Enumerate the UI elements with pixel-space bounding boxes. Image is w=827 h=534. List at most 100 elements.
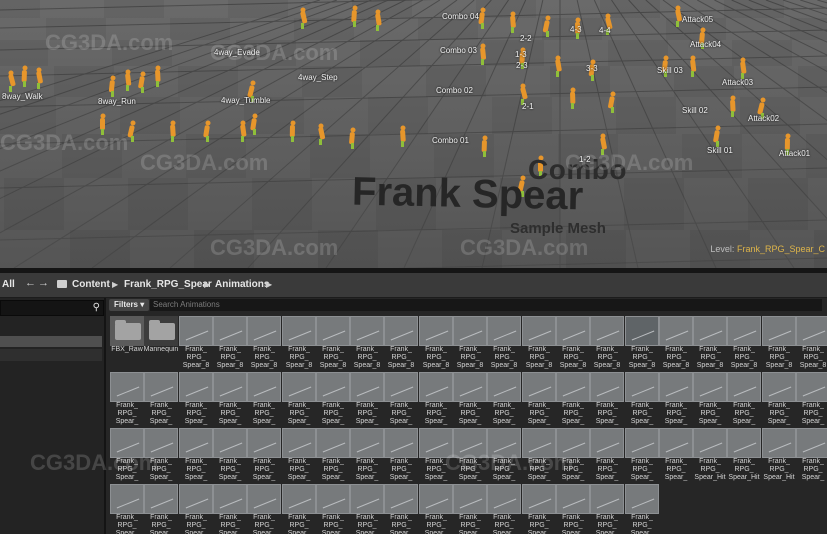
animation-asset-tile[interactable]: Frank_ RPG_ Spear_Hit <box>693 428 727 481</box>
animation-asset-tile[interactable]: Frank_ RPG_ Spear_ <box>556 372 590 425</box>
animation-asset-tile[interactable]: Frank_ RPG_ Spear_8 <box>247 316 281 369</box>
animation-asset-tile[interactable]: Frank_ RPG_ Spear_ <box>213 428 247 481</box>
animation-label[interactable]: 4way_Tumble <box>221 96 271 105</box>
folder-search-input[interactable]: ⚲ <box>0 300 104 316</box>
animation-asset-tile[interactable]: Frank_ RPG_ Spear_ <box>419 428 453 481</box>
animation-asset-tile[interactable]: Frank_ RPG_ Spear_8 <box>316 316 350 369</box>
animation-label[interactable]: 2-3 <box>516 61 528 70</box>
search-animations-input[interactable]: Search Animations <box>150 299 822 311</box>
animation-asset-tile[interactable]: Frank_ RPG_ Spear_ <box>316 372 350 425</box>
animation-asset-tile[interactable]: Frank_ RPG_ Spear_ <box>762 372 796 425</box>
animation-label[interactable]: 1-3 <box>515 50 527 59</box>
breadcrumb-separator-icon[interactable]: ▶ <box>112 280 118 289</box>
animation-asset-tile[interactable]: Frank_ RPG_ Spear_ <box>179 484 213 534</box>
animation-label[interactable]: Combo 02 <box>436 86 473 95</box>
animation-asset-tile[interactable]: Frank_ RPG_ Spear_8 <box>419 316 453 369</box>
folder-tree-item-selected[interactable] <box>0 336 102 347</box>
animation-label[interactable]: 8way_Run <box>98 97 136 106</box>
animation-label[interactable]: 4-4 <box>599 26 611 35</box>
animation-label[interactable]: Attack05 <box>682 15 713 24</box>
animation-asset-tile[interactable]: Frank_ RPG_ Spear_ <box>350 484 384 534</box>
breadcrumb-separator-icon[interactable]: ▶ <box>204 280 210 289</box>
back-arrow-icon[interactable]: ← <box>25 277 36 289</box>
animation-asset-tile[interactable]: Frank_ RPG_ Spear_ <box>625 484 659 534</box>
animation-asset-tile[interactable]: Frank_ RPG_ Spear_ <box>247 372 281 425</box>
animation-label[interactable]: 4way_Step <box>298 73 338 82</box>
animation-asset-tile[interactable]: Frank_ RPG_ Spear_ <box>796 372 827 425</box>
forward-arrow-icon[interactable]: → <box>38 277 49 289</box>
animation-asset-tile[interactable]: Frank_ RPG_ Spear_ <box>316 484 350 534</box>
animation-asset-tile[interactable]: Frank_ RPG_ Spear_8 <box>796 316 827 369</box>
animation-label[interactable]: Skill 02 <box>682 106 708 115</box>
animation-asset-tile[interactable]: Frank_ RPG_ Spear_ <box>384 428 418 481</box>
animation-asset-tile[interactable]: Frank_ RPG_ Spear_ <box>419 372 453 425</box>
animation-asset-tile[interactable]: Frank_ RPG_ Spear_ <box>590 428 624 481</box>
animation-asset-tile[interactable]: Frank_ RPG_ Spear_ <box>522 428 556 481</box>
animation-asset-tile[interactable]: Frank_ RPG_ Spear_ <box>796 428 827 481</box>
animation-asset-tile[interactable]: Frank_ RPG_ Spear_Hit <box>762 428 796 481</box>
animation-asset-tile[interactable]: Frank_ RPG_ Spear_ <box>453 372 487 425</box>
animation-label[interactable]: Attack03 <box>722 78 753 87</box>
animation-asset-tile[interactable]: Frank_ RPG_ Spear_ <box>487 428 521 481</box>
animation-asset-tile[interactable]: Frank_ RPG_ Spear_8 <box>659 316 693 369</box>
breadcrumb-frank-rpg-spear[interactable]: Frank_RPG_Spear <box>124 279 212 290</box>
animation-asset-tile[interactable]: Frank_ RPG_ Spear_ <box>282 372 316 425</box>
animation-asset-tile[interactable]: Frank_ RPG_ Spear_ <box>590 372 624 425</box>
animation-asset-tile[interactable]: Frank_ RPG_ Spear_ <box>487 484 521 534</box>
animation-asset-tile[interactable]: Frank_ RPG_ Spear_8 <box>522 316 556 369</box>
animation-asset-tile[interactable]: Frank_ RPG_ Spear_ <box>213 484 247 534</box>
all-button[interactable]: All <box>2 279 15 290</box>
animation-asset-tile[interactable]: Frank_ RPG_ Spear_8 <box>762 316 796 369</box>
breadcrumb-separator-icon[interactable]: ▶ <box>266 280 272 289</box>
animation-asset-tile[interactable]: Frank_ RPG_ Spear_8 <box>590 316 624 369</box>
folder-tile[interactable]: FBX_Raw <box>110 316 144 368</box>
animation-asset-tile[interactable]: Frank_ RPG_ Spear_8 <box>556 316 590 369</box>
animation-asset-tile[interactable]: Frank_ RPG_ Spear_ <box>350 428 384 481</box>
animation-asset-tile[interactable]: Frank_ RPG_ Spear_ <box>727 372 761 425</box>
animation-asset-tile[interactable]: Frank_ RPG_ Spear_8 <box>213 316 247 369</box>
animation-asset-tile[interactable]: Frank_ RPG_ Spear_ <box>625 428 659 481</box>
animation-label[interactable]: Attack01 <box>779 149 810 158</box>
breadcrumb-content[interactable]: Content <box>72 279 110 290</box>
animation-asset-tile[interactable]: Frank_ RPG_ Spear_ <box>522 484 556 534</box>
folder-tree-item[interactable] <box>0 349 102 361</box>
animation-asset-tile[interactable]: Frank_ RPG_ Spear_ <box>247 428 281 481</box>
animation-label[interactable]: 8way_Walk <box>2 92 43 101</box>
animation-label[interactable]: 4way_Evade <box>214 48 260 57</box>
animation-asset-tile[interactable]: Frank_ RPG_ Spear_Hit <box>727 428 761 481</box>
level-viewport[interactable]: Combo Frank Spear Sample Mesh Combo 04 Co… <box>0 0 827 268</box>
animation-asset-tile[interactable]: Frank_ RPG_ Spear_ <box>556 428 590 481</box>
animation-label[interactable]: 2-2 <box>520 34 532 43</box>
animation-asset-tile[interactable]: Frank_ RPG_ Spear_8 <box>384 316 418 369</box>
folder-tile[interactable]: Mannequin <box>144 316 178 368</box>
animation-label[interactable]: 4-3 <box>570 25 582 34</box>
animation-label[interactable]: Skill 01 <box>707 146 733 155</box>
animation-asset-tile[interactable]: Frank_ RPG_ Spear_8 <box>625 316 659 369</box>
animation-asset-tile[interactable]: Frank_ RPG_ Spear_ <box>213 372 247 425</box>
filters-button[interactable]: Filters ▾ <box>109 299 150 311</box>
animation-asset-tile[interactable]: Frank_ RPG_ Spear_ <box>625 372 659 425</box>
animation-asset-tile[interactable]: Frank_ RPG_ Spear_ <box>384 484 418 534</box>
animation-asset-tile[interactable]: Frank_ RPG_ Spear_ <box>282 484 316 534</box>
animation-asset-tile[interactable]: Frank_ RPG_ Spear_ <box>453 484 487 534</box>
animation-label[interactable]: Attack02 <box>748 114 779 123</box>
animation-asset-tile[interactable]: Frank_ RPG_ Spear_8 <box>282 316 316 369</box>
animation-asset-tile[interactable]: Frank_ RPG_ Spear_ <box>110 372 144 425</box>
animation-asset-tile[interactable]: Frank_ RPG_ Spear_ <box>179 428 213 481</box>
animation-asset-tile[interactable]: Frank_ RPG_ Spear_ <box>659 372 693 425</box>
animation-asset-tile[interactable]: Frank_ RPG_ Spear_8 <box>487 316 521 369</box>
animation-asset-tile[interactable]: Frank_ RPG_ Spear_ <box>179 372 213 425</box>
animation-label[interactable]: Combo 01 <box>432 136 469 145</box>
animation-asset-tile[interactable]: Frank_ RPG_ Spear_ <box>556 484 590 534</box>
animation-asset-tile[interactable]: Frank_ RPG_ Spear_ <box>316 428 350 481</box>
animation-asset-tile[interactable]: Frank_ RPG_ Spear_ <box>144 428 178 481</box>
animation-label[interactable]: Combo 03 <box>440 46 477 55</box>
animation-asset-tile[interactable]: Frank_ RPG_ Spear_ <box>419 484 453 534</box>
breadcrumb-animations[interactable]: Animations <box>215 279 269 290</box>
animation-asset-tile[interactable]: Frank_ RPG_ Spear_ <box>110 484 144 534</box>
animation-asset-tile[interactable]: Frank_ RPG_ Spear_8 <box>693 316 727 369</box>
animation-asset-tile[interactable]: Frank_ RPG_ Spear_8 <box>727 316 761 369</box>
animation-asset-tile[interactable]: Frank_ RPG_ Spear_ <box>247 484 281 534</box>
animation-label[interactable]: 2-1 <box>522 102 534 111</box>
animation-asset-tile[interactable]: Frank_ RPG_ Spear_ <box>522 372 556 425</box>
